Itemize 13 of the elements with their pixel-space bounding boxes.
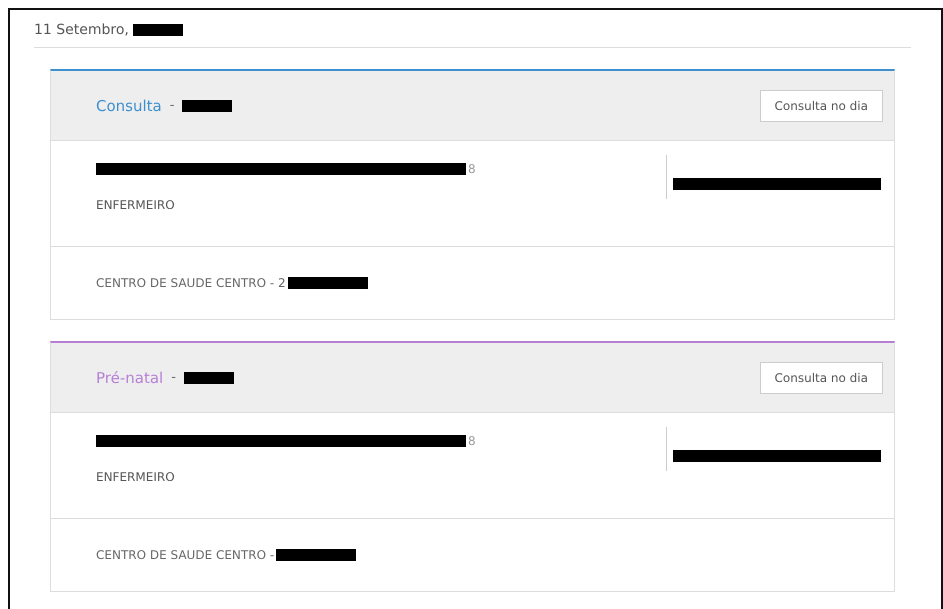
health-center-name: CENTRO DE SAUDE CENTRO -	[96, 548, 274, 562]
consulta-button[interactable]: Consulta no dia	[760, 90, 883, 122]
professional-name: 8	[468, 162, 476, 176]
appointment-type: Consulta	[96, 96, 162, 114]
consulta-button[interactable]: Consulta no dia	[760, 362, 883, 394]
separator-dash: -	[171, 370, 176, 385]
professional-name: 8	[468, 434, 476, 448]
health-center-name: CENTRO DE SAUDE CENTRO - 2	[96, 276, 286, 290]
appointment-type: Pré-natal	[96, 368, 164, 386]
separator-dash: -	[170, 98, 174, 113]
date-heading: 11 Setembro,	[34, 22, 129, 38]
professional-role: ENFERMEIRO	[96, 470, 176, 484]
professional-role: ENFERMEIRO	[96, 198, 176, 212]
